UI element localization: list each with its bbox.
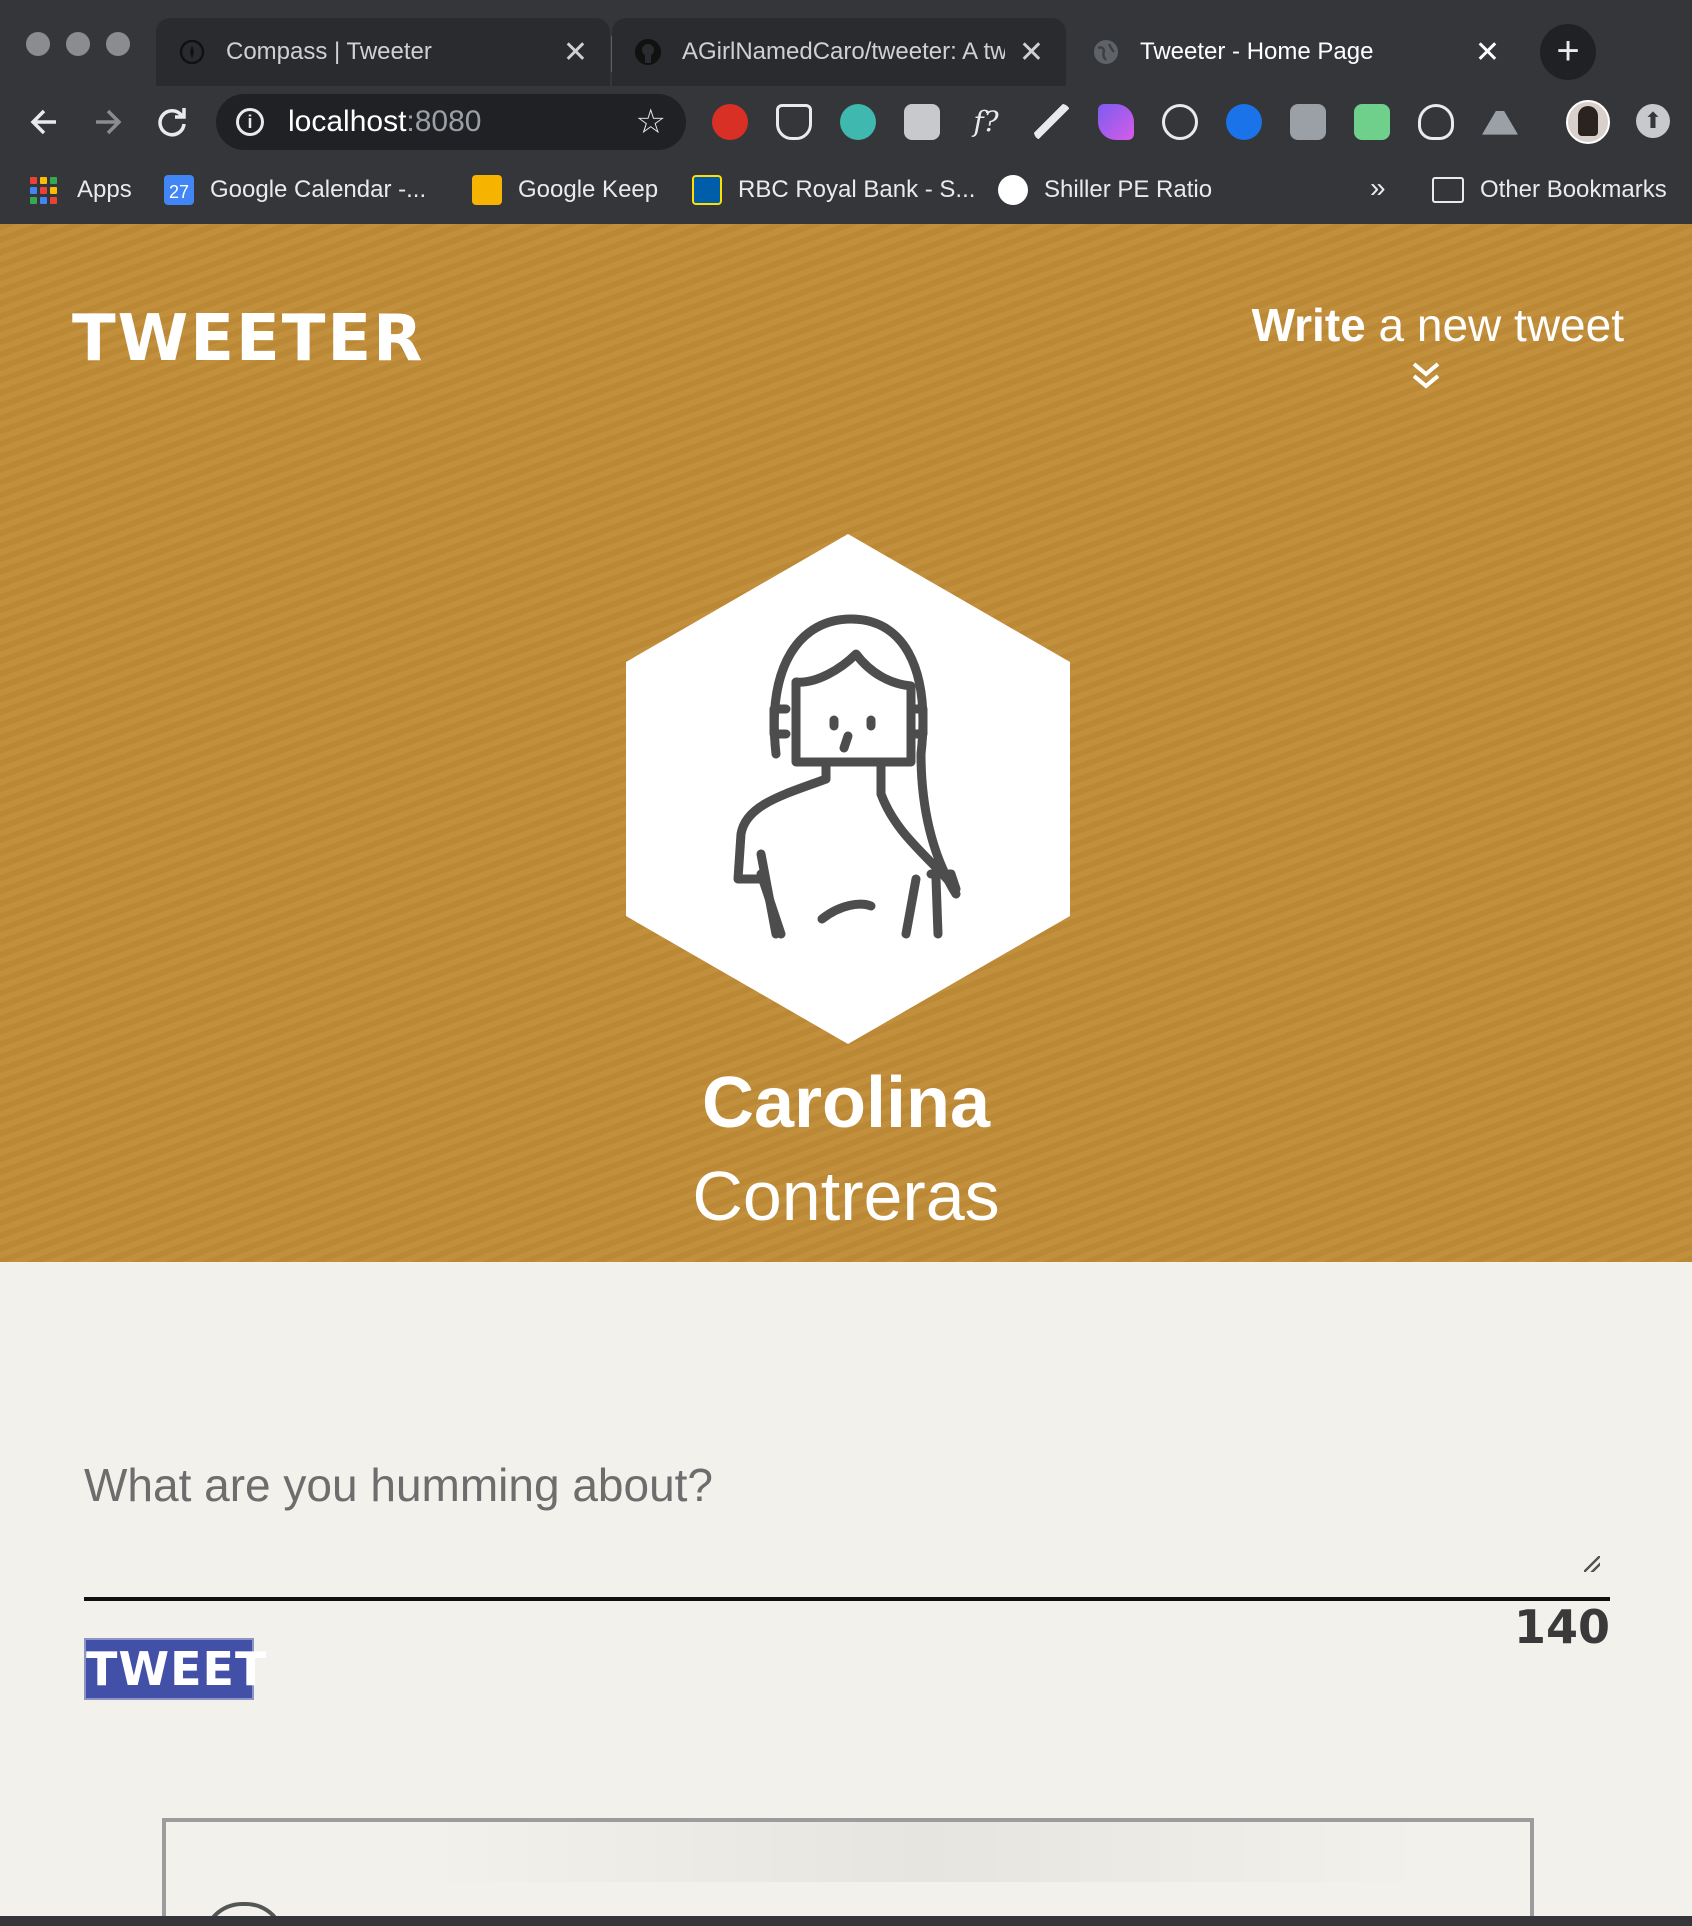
- tweet-text-input[interactable]: [84, 1440, 1610, 1590]
- close-window-button[interactable]: [26, 32, 50, 56]
- reload-icon: [158, 108, 186, 137]
- write-new-tweet-toggle[interactable]: Write a new tweet: [1252, 298, 1624, 352]
- tab-label: AGirlNamedCaro/tweeter: A twitter clone: [682, 38, 1005, 65]
- profile-header: TWEETER Write a new tweet Carolina Contr…: [0, 224, 1692, 1262]
- zoom-window-button[interactable]: [106, 32, 130, 56]
- profile-first-name: Carolina: [701, 1063, 991, 1143]
- bookmark-star-icon[interactable]: ☆: [636, 102, 666, 142]
- profile-avatar[interactable]: [1566, 100, 1610, 144]
- tweet-submit-button[interactable]: TWEET: [84, 1638, 266, 1700]
- resize-handle-icon[interactable]: [1584, 1556, 1600, 1572]
- double-chevron-down-icon[interactable]: [1408, 358, 1444, 394]
- avatar: [626, 534, 1070, 1044]
- compass-icon: [179, 39, 205, 65]
- address-bar[interactable]: i localhost:8080 ☆: [216, 94, 686, 150]
- keep-icon: [472, 175, 502, 205]
- bookmark-label: Google Keep: [518, 176, 659, 203]
- github-icon: [635, 39, 661, 65]
- forward-arrow-icon: [96, 109, 122, 135]
- photo-icon[interactable]: [1290, 104, 1326, 140]
- tab-github[interactable]: AGirlNamedCaro/tweeter: A twitter clone …: [612, 18, 1066, 86]
- bookmark-label: RBC Royal Bank - S...: [738, 176, 976, 203]
- adblock-icon[interactable]: [712, 104, 748, 140]
- compose-toggle-rest: a new tweet: [1365, 299, 1625, 351]
- h-extension-icon[interactable]: [904, 104, 940, 140]
- bookmark-label: Shiller PE Ratio: [1044, 176, 1213, 203]
- bookmark-shiller[interactable]: Shiller PE Ratio: [998, 170, 1212, 210]
- tab-tweeter-home[interactable]: Tweeter - Home Page ✕: [1070, 18, 1522, 86]
- forward-button[interactable]: [84, 98, 132, 146]
- pen-tool-icon[interactable]: [1034, 104, 1070, 140]
- address-port: :8080: [406, 105, 482, 138]
- browser-toolbar: i localhost:8080 ☆ f? ⬆: [0, 86, 1692, 158]
- bookmarks-bar: Apps 27 Google Calendar -... Google Keep…: [0, 158, 1692, 224]
- bookmark-label: Apps: [77, 176, 132, 203]
- folder-icon: [1432, 177, 1464, 203]
- brand-logo: TWEETER: [72, 302, 425, 376]
- formula-icon[interactable]: f?: [968, 104, 1004, 140]
- site-info-icon[interactable]: i: [236, 108, 264, 136]
- drive-icon[interactable]: [1482, 104, 1518, 135]
- bookmark-google-keep[interactable]: Google Keep: [472, 170, 658, 210]
- character-counter: 140: [1513, 1600, 1610, 1654]
- new-tweet-form: [84, 1440, 1610, 1601]
- profile-last-name: Contreras: [692, 1157, 1000, 1235]
- close-tab-button[interactable]: ✕: [1019, 35, 1044, 70]
- bookmark-apps[interactable]: Apps: [30, 170, 132, 210]
- card-shadow: [426, 1822, 1426, 1882]
- tab-label: Tweeter - Home Page: [1140, 38, 1374, 65]
- m-extension-icon[interactable]: [840, 104, 876, 140]
- more-bookmarks-button[interactable]: »: [1370, 172, 1386, 204]
- input-underline: [84, 1597, 1610, 1601]
- tab-label: Compass | Tweeter: [226, 38, 432, 65]
- avatar-hexagon: [626, 534, 1070, 1044]
- compose-toggle-strong: Write: [1251, 299, 1366, 351]
- circle-icon: [998, 175, 1028, 205]
- bookmark-google-calendar[interactable]: 27 Google Calendar -...: [164, 170, 426, 210]
- close-tab-button[interactable]: ✕: [1475, 35, 1500, 70]
- browser-chrome: Compass | Tweeter ✕ AGirlNamedCaro/tweet…: [0, 0, 1692, 224]
- audio-icon[interactable]: [1354, 104, 1390, 140]
- apps-grid-icon: [30, 176, 57, 204]
- tab-compass[interactable]: Compass | Tweeter ✕: [156, 18, 610, 86]
- bookmark-rbc[interactable]: RBC Royal Bank - S...: [692, 170, 975, 210]
- window-bottom-edge: [0, 1916, 1692, 1926]
- reload-button[interactable]: [148, 98, 196, 146]
- pocket-icon[interactable]: [776, 104, 812, 140]
- globe-icon: [1094, 40, 1118, 64]
- feather-icon[interactable]: [1098, 104, 1134, 140]
- update-icon[interactable]: ⬆: [1636, 104, 1670, 138]
- bank-icon: [692, 175, 722, 205]
- puzzle-icon[interactable]: [1226, 104, 1262, 140]
- bookmark-label: Google Calendar -...: [210, 176, 427, 203]
- tweet-card: [162, 1818, 1534, 1926]
- new-tab-button[interactable]: +: [1540, 24, 1596, 80]
- calendar-icon: 27: [164, 175, 194, 205]
- bulb-icon[interactable]: [1418, 104, 1454, 140]
- back-arrow-icon: [30, 109, 56, 135]
- back-button[interactable]: [20, 98, 68, 146]
- window-controls[interactable]: [26, 32, 130, 56]
- other-bookmarks-label: Other Bookmarks: [1480, 176, 1667, 203]
- minimize-window-button[interactable]: [66, 32, 90, 56]
- close-tab-button[interactable]: ✕: [563, 35, 588, 70]
- address-host: localhost: [288, 105, 407, 138]
- other-bookmarks[interactable]: Other Bookmarks: [1432, 170, 1667, 210]
- react-devtools-icon[interactable]: [1162, 104, 1198, 140]
